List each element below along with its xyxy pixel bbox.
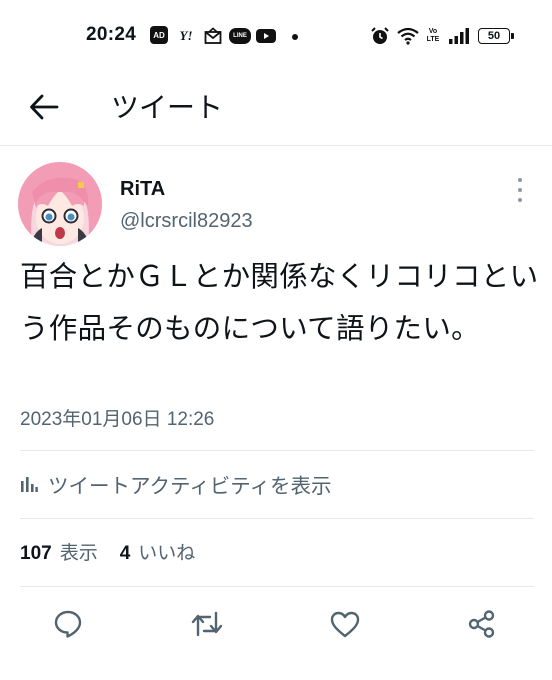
like-button[interactable] — [325, 604, 365, 644]
volte-top-label: Vo — [428, 28, 438, 35]
more-vertical-icon[interactable] — [510, 178, 530, 202]
author-handle[interactable]: @lcrsrcil82923 — [120, 210, 253, 233]
notification-dot-icon — [292, 34, 298, 40]
ad-icon: AD — [150, 26, 168, 44]
youtube-icon — [256, 29, 276, 43]
divider — [20, 586, 534, 587]
avatar[interactable] — [18, 162, 102, 246]
author-name[interactable]: RiTA — [120, 178, 165, 201]
arrow-left-icon — [30, 94, 59, 120]
mail-icon — [203, 26, 223, 46]
analytics-icon — [21, 477, 38, 492]
share-icon — [468, 610, 495, 638]
tweet-timestamp[interactable]: 2023年01月06日 12:26 — [20, 404, 214, 431]
wifi-icon — [397, 26, 419, 46]
volte-bottom-label: LTE — [426, 36, 440, 43]
share-button[interactable] — [462, 604, 502, 644]
line-icon: LINE — [229, 28, 251, 44]
alarm-icon — [370, 26, 390, 46]
likes-label[interactable]: いいね — [138, 538, 195, 565]
page-title: ツイート — [111, 91, 224, 124]
tweet-activity-link[interactable]: ツイートアクティビティを表示 — [20, 470, 332, 498]
views-label[interactable]: 表示 — [60, 538, 98, 565]
views-count: 107 — [20, 543, 52, 564]
divider — [20, 450, 534, 451]
activity-label: ツイートアクティビティを表示 — [48, 474, 332, 498]
battery-icon: 50 — [478, 28, 514, 44]
retweet-button[interactable] — [187, 604, 227, 644]
divider — [20, 518, 534, 519]
top-header: ツイート — [0, 72, 552, 146]
status-bar: 20:24 AD Y! LINE Vo LTE 50 — [0, 0, 552, 72]
tweet-actions — [0, 604, 552, 644]
like-icon — [330, 611, 360, 638]
volte-icon: Vo LTE — [426, 26, 440, 46]
yahoo-icon: Y! — [179, 28, 193, 43]
back-button[interactable] — [24, 87, 64, 127]
tweet-stats: 107 表示 4 いいね — [20, 538, 217, 565]
retweet-icon — [191, 611, 223, 637]
status-time: 20:24 — [86, 24, 137, 45]
reply-button[interactable] — [48, 604, 88, 644]
signal-icon — [448, 26, 470, 46]
tweet-text: 百合とかＧＬとか関係なくリコリコという作品そのものについて語りたい。 — [20, 260, 539, 345]
likes-count: 4 — [119, 543, 131, 564]
reply-icon — [54, 610, 82, 638]
